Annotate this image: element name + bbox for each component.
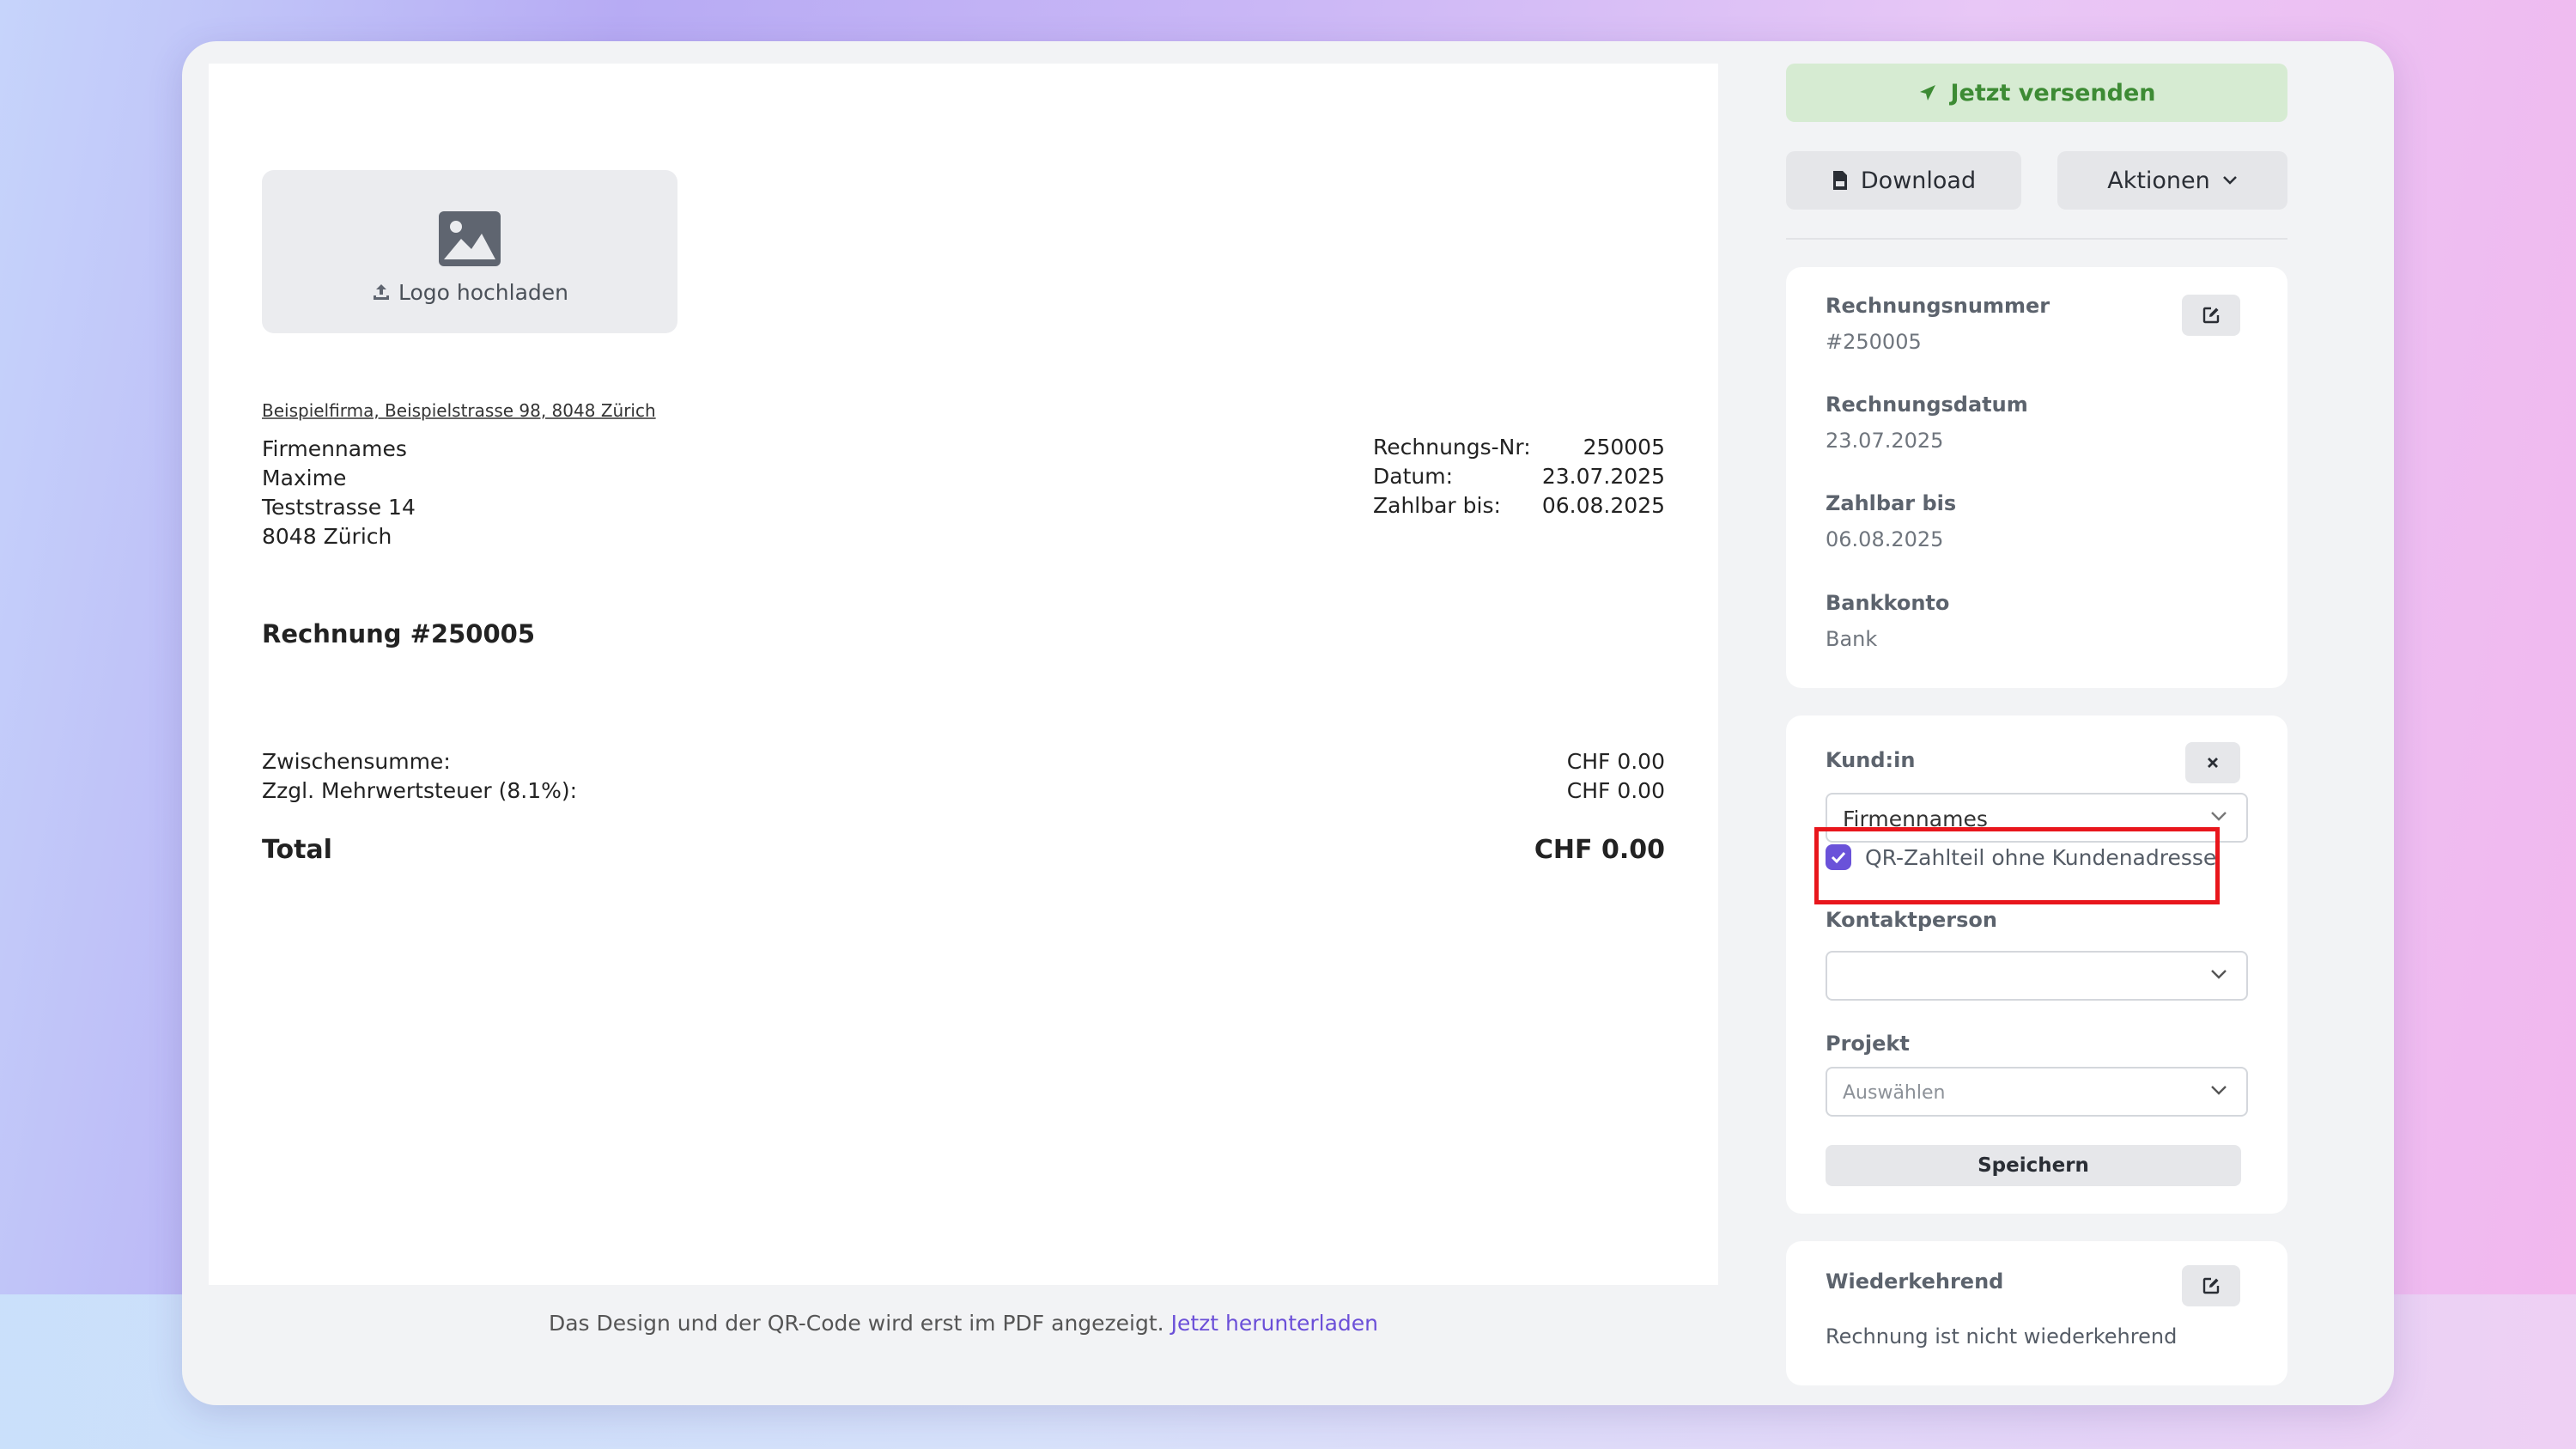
edit-icon	[2202, 1277, 2220, 1294]
download-button-label: Download	[1860, 167, 1977, 194]
close-icon	[2208, 758, 2218, 768]
save-button[interactable]: Speichern	[1826, 1145, 2241, 1186]
highlight-box	[1814, 827, 2220, 904]
meta-label: Datum:	[1373, 464, 1453, 489]
download-link[interactable]: Jetzt herunterladen	[1171, 1311, 1378, 1336]
edit-details-button[interactable]	[2182, 295, 2240, 336]
meta-value: 23.07.2025	[1541, 464, 1665, 489]
remove-customer-button[interactable]	[2185, 742, 2240, 783]
meta-label: Rechnungs-Nr:	[1373, 435, 1531, 460]
meta-value: 06.08.2025	[1541, 493, 1665, 518]
chevron-down-icon	[2211, 970, 2227, 979]
subtotal-value: CHF 0.00	[1566, 749, 1665, 774]
recipient-name: Maxime	[262, 466, 347, 490]
recurring-label: Wiederkehrend	[1826, 1269, 2004, 1294]
bank-account-label: Bankkonto	[1826, 591, 1950, 615]
vat-label: Zzgl. Mehrwertsteuer (8.1%):	[262, 778, 578, 803]
recipient-city: 8048 Zürich	[262, 524, 392, 549]
chevron-down-icon	[2222, 176, 2237, 185]
subtotal-label: Zwischensumme:	[262, 749, 451, 774]
invoice-date-value: 23.07.2025	[1826, 429, 1944, 453]
recurring-card: Wiederkehrend Rechnung ist nicht wiederk…	[1786, 1241, 2287, 1385]
due-date-value: 06.08.2025	[1826, 527, 1944, 551]
total-label: Total	[262, 835, 332, 865]
sender-line: Beispielfirma, Beispielstrasse 98, 8048 …	[262, 400, 656, 421]
total-value: CHF 0.00	[1534, 835, 1665, 865]
customer-label: Kund:in	[1826, 748, 1916, 772]
recurring-status: Rechnung ist nicht wiederkehrend	[1826, 1324, 2178, 1349]
invoice-number-value: #250005	[1826, 330, 1922, 354]
customer-card: Kund:in Firmennames QR-Zahlteil ohne Kun…	[1786, 715, 2287, 1214]
project-placeholder: Auswählen	[1843, 1082, 1946, 1104]
invoice-title: Rechnung #250005	[262, 619, 535, 648]
contact-person-label: Kontaktperson	[1826, 908, 1998, 932]
recipient-company: Firmennames	[262, 436, 407, 461]
bank-account-value: Bank	[1826, 627, 1878, 651]
pdf-hint-text: Das Design und der QR-Code wird erst im …	[548, 1311, 1171, 1336]
meta-value: 250005	[1583, 435, 1665, 460]
recipient-street: Teststrasse 14	[262, 495, 416, 520]
image-icon	[439, 211, 501, 266]
contact-person-select[interactable]	[1826, 951, 2248, 1001]
send-button[interactable]: Jetzt versenden	[1786, 64, 2287, 122]
invoice-date-label: Rechnungsdatum	[1826, 393, 2028, 417]
meta-label: Zahlbar bis:	[1373, 493, 1501, 518]
send-button-label: Jetzt versenden	[1950, 79, 2156, 107]
chevron-down-icon	[2211, 1086, 2227, 1095]
due-date-label: Zahlbar bis	[1826, 491, 1957, 515]
invoice-preview: Logo hochladen Beispielfirma, Beispielst…	[209, 64, 1718, 1285]
vat-value: CHF 0.00	[1566, 778, 1665, 803]
send-icon	[1919, 85, 1935, 100]
divider	[1786, 238, 2287, 240]
pdf-icon	[1832, 171, 1847, 190]
logo-upload-label: Logo hochladen	[262, 280, 677, 305]
project-select[interactable]: Auswählen	[1826, 1067, 2248, 1117]
logo-upload-text: Logo hochladen	[398, 280, 568, 305]
edit-recurring-button[interactable]	[2182, 1265, 2240, 1306]
actions-dropdown[interactable]: Aktionen	[2057, 151, 2287, 210]
chevron-down-icon	[2211, 812, 2227, 821]
invoice-details-card: Rechnungsnummer #250005 Rechnungsdatum 2…	[1786, 267, 2287, 688]
logo-upload-area[interactable]: Logo hochladen	[262, 170, 677, 333]
actions-dropdown-label: Aktionen	[2107, 167, 2210, 194]
project-label: Projekt	[1826, 1032, 1910, 1056]
pdf-hint: Das Design und der QR-Code wird erst im …	[209, 1311, 1718, 1336]
upload-icon	[374, 284, 389, 300]
download-button[interactable]: Download	[1786, 151, 2021, 210]
edit-icon	[2202, 307, 2220, 324]
invoice-number-label: Rechnungsnummer	[1826, 294, 2050, 318]
